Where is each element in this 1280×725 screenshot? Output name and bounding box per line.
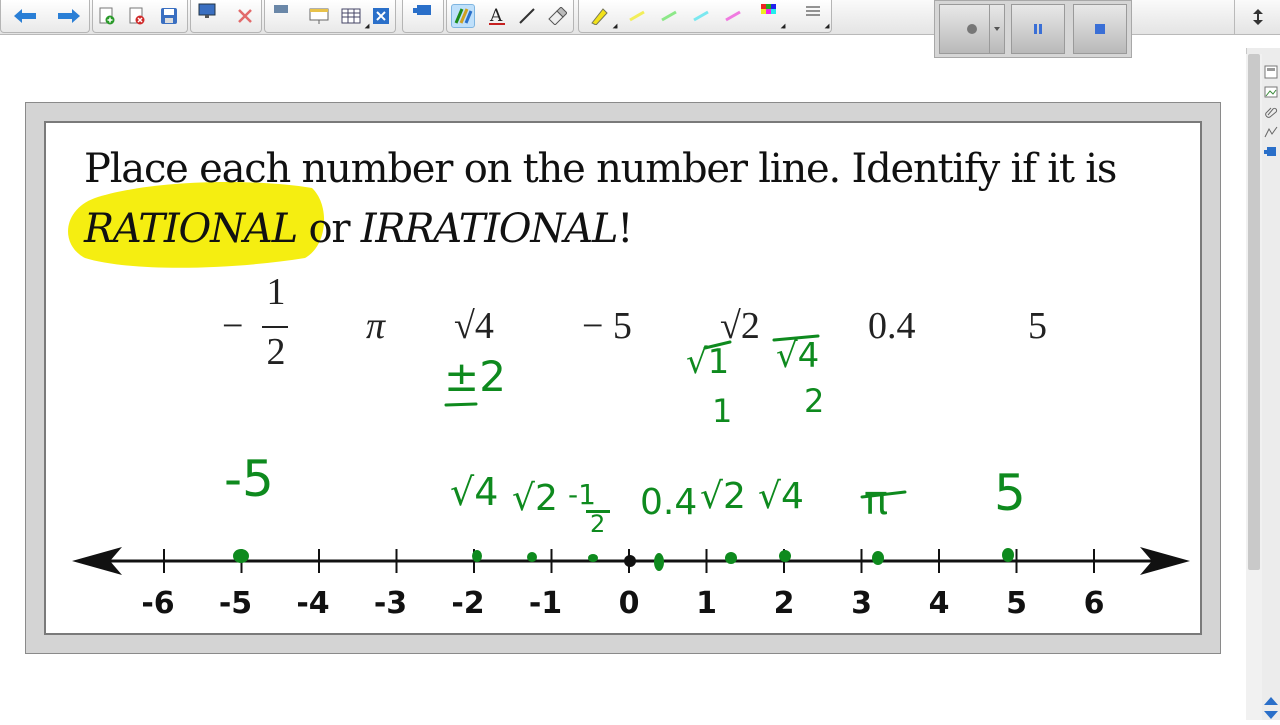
point-2 bbox=[779, 550, 791, 562]
point-0-4 bbox=[654, 553, 664, 571]
tick-label: 0 bbox=[618, 586, 640, 621]
pm-underline-stroke bbox=[444, 402, 478, 407]
handwritten-sqrt1: √1 bbox=[686, 342, 730, 382]
tick-label: 3 bbox=[851, 586, 872, 621]
tick-label: -6 bbox=[141, 586, 175, 621]
handwritten-neg-half-den: 2 bbox=[590, 510, 606, 538]
point-neg5 bbox=[233, 549, 249, 563]
tick-label: -4 bbox=[296, 586, 330, 621]
handwriting-strokes bbox=[444, 334, 907, 499]
point-neg2 bbox=[472, 550, 482, 562]
handwritten-pi-label: π bbox=[864, 478, 889, 524]
tick-label: -1 bbox=[528, 586, 563, 621]
handwritten-neg-half-num: -1 bbox=[568, 478, 596, 511]
tick-label: 5 bbox=[1006, 586, 1027, 621]
tick-label: -2 bbox=[451, 586, 485, 621]
point-neg-sqrt2 bbox=[527, 552, 537, 562]
tick-label: -5 bbox=[218, 586, 253, 621]
handwritten-sqrt2-label: √2 bbox=[700, 476, 746, 517]
tick-label: 1 bbox=[696, 586, 717, 621]
handwritten-five-label: 5 bbox=[994, 464, 1026, 522]
handwritten-neg-sqrt2-label: √2 bbox=[512, 478, 558, 519]
handwritten-pm2: ±2 bbox=[444, 352, 506, 401]
point-pi bbox=[872, 551, 884, 565]
tick-label: 4 bbox=[928, 586, 950, 621]
handwritten-sqrt4-label: √4 bbox=[758, 476, 804, 517]
point-5 bbox=[1002, 548, 1014, 562]
point-neg-half bbox=[588, 554, 598, 562]
handwritten-neg5-label: -5 bbox=[224, 450, 274, 508]
handwritten-neg-sqrt4-label: √4 bbox=[450, 470, 499, 514]
tick-label: 2 bbox=[773, 586, 795, 621]
handwritten-one: 1 bbox=[712, 392, 733, 430]
handwritten-two: 2 bbox=[804, 382, 825, 420]
handwritten-sqrt4: √4 bbox=[776, 336, 820, 376]
origin-dot bbox=[624, 555, 636, 567]
handwritten-point4-label: 0.4 bbox=[640, 482, 698, 523]
point-sqrt2 bbox=[725, 552, 737, 564]
tick-label: -3 bbox=[373, 586, 408, 621]
tick-label: 6 bbox=[1083, 586, 1105, 621]
